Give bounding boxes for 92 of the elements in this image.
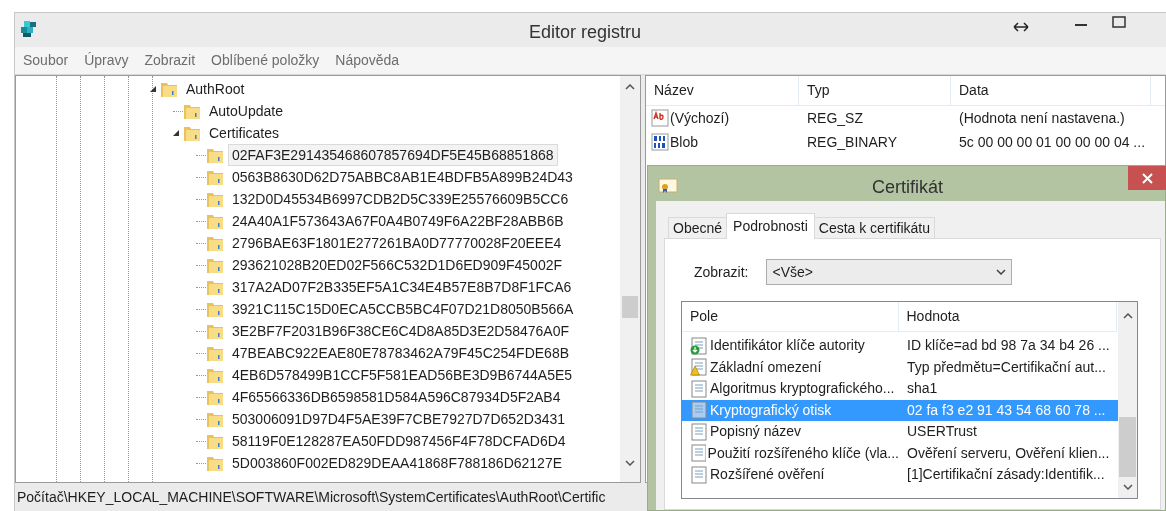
folder-icon	[206, 234, 224, 252]
folder-icon	[183, 124, 201, 142]
close-icon	[1141, 172, 1153, 184]
folder-icon	[206, 190, 224, 208]
menu-item[interactable]: Oblíbené položky	[211, 50, 320, 71]
resize-arrows-icon[interactable]	[1013, 22, 1029, 32]
value-data: (Hodnota není nastavena.)	[959, 109, 1125, 126]
expanded-arrow-icon[interactable]	[149, 85, 157, 93]
scrollbar[interactable]	[620, 76, 640, 482]
tab[interactable]: Podrobnosti	[726, 213, 815, 239]
folder-icon	[206, 278, 224, 296]
folder-icon	[206, 256, 224, 274]
tree-item[interactable]: 3E2BF7F2031B96F38CE6C4D8A85D3E2D58476A0F	[228, 320, 573, 342]
document-warning-icon	[690, 358, 708, 377]
dialog-title: Certifikát	[872, 176, 943, 199]
menu-item[interactable]: Nápověda	[335, 50, 400, 71]
menu-item[interactable]: Soubor	[23, 50, 69, 71]
value-type: REG_SZ	[807, 109, 863, 126]
tree-item[interactable]: 317A2AD07F2B335EF5A1C34E4B57E8B7D8F1FCA6	[228, 276, 576, 298]
tree-item[interactable]: 293621028B20ED02F566C532D1D6ED909F45002F	[228, 254, 567, 276]
folder-icon	[206, 300, 224, 318]
string-value-icon	[651, 109, 669, 127]
tree-item[interactable]: Certificates	[205, 122, 284, 144]
close-button[interactable]	[1128, 166, 1166, 190]
tree-item[interactable]: 47BEABC922EAE80E78783462A79F45C254FDE68B	[228, 342, 574, 364]
maximize-icon[interactable]	[1112, 16, 1126, 28]
column-header[interactable]: Název	[646, 76, 799, 105]
menu-item[interactable]: Úpravy	[84, 50, 129, 71]
scroll-down-icon[interactable]	[1123, 484, 1133, 490]
tree-item[interactable]: 503006091D97D4F5AE39F7CBE7927D7D652D3431	[228, 408, 570, 430]
tree-item[interactable]: 132D0D45534B6997CDB2D5C339E25576609B5CC6	[228, 188, 573, 210]
menu-item[interactable]: Zobrazit	[144, 50, 196, 71]
scroll-up-icon[interactable]	[1123, 313, 1133, 319]
expanded-arrow-icon[interactable]	[172, 129, 180, 137]
tree-item[interactable]: AutoUpdate	[205, 100, 287, 122]
value-data: 5c 00 00 00 01 00 00 00 04 ...	[959, 133, 1146, 150]
document-icon	[690, 401, 708, 420]
field-row[interactable]: Použití rozšířeného klíče (vla... Ověření serveru, Ověření klien...	[682, 442, 1118, 464]
value-type: REG_BINARY	[807, 133, 897, 150]
folder-icon	[183, 102, 201, 120]
tree-item[interactable]: 4EB6D578499B1CCF5F581EAD56BE3D9B6744A5E5	[228, 364, 577, 386]
status-path: Počítač\HKEY_LOCAL_MACHINE\SOFTWARE\Microsoft\SystemCertificates\AuthRoot\Certific	[17, 487, 606, 507]
column-header[interactable]: Typ	[799, 76, 951, 105]
document-download-icon	[690, 336, 708, 355]
column-header[interactable]: Data	[951, 76, 1151, 105]
tree-item[interactable]: 24A40A1F573643A67F0A4B0749F6A22BF28ABB6B	[228, 210, 568, 232]
folder-icon	[160, 80, 178, 98]
document-icon	[690, 422, 708, 441]
value-name[interactable]: Blob	[670, 131, 699, 153]
tab[interactable]: Obecné	[668, 217, 728, 239]
minimize-icon[interactable]	[1075, 23, 1087, 27]
folder-icon	[206, 146, 224, 164]
field-row[interactable]: Popisný název USERTrust	[682, 421, 1118, 443]
folder-icon	[206, 432, 224, 450]
document-icon	[690, 379, 708, 398]
value-name[interactable]: (Výchozí)	[670, 107, 730, 129]
tree-item[interactable]: 5D003860F002ED829DEAA41868F788186D62127E	[228, 452, 567, 474]
folder-icon	[206, 344, 224, 362]
folder-icon	[206, 366, 224, 384]
document-icon	[690, 465, 708, 484]
folder-icon	[206, 388, 224, 406]
window-title: Editor registru	[529, 21, 642, 44]
tree-item[interactable]: 0563B8630D62D75ABBC8AB1E4BDFB5A899B24D43	[228, 166, 577, 188]
column-header[interactable]: Pole	[682, 302, 899, 331]
tree-item[interactable]: 02FAF3E291435468607857694DF5E45B68851868	[228, 144, 558, 166]
field-row[interactable]: Rozšířené ověření [1]Certifikační zásady:Identifik...	[682, 464, 1118, 486]
tree-item[interactable]: 2796BAE63F1801E277261BA0D77770028F20EEE4	[228, 232, 566, 254]
show-label: Zobrazit:	[694, 262, 749, 282]
tree-item[interactable]: 4F65566336DB6598581D584A596C87934D5F2AB4	[228, 386, 565, 408]
tree-item[interactable]: AuthRoot	[182, 78, 249, 100]
field-row[interactable]: Algoritmus kryptografického... sha1	[682, 378, 1118, 400]
column-header[interactable]: Hodnota	[898, 302, 1117, 331]
scrollbar[interactable]	[1118, 302, 1137, 498]
scroll-thumb[interactable]	[1119, 417, 1136, 477]
tree-item[interactable]: 58119F0E128287EA50FDD987456F4F78DCFAD6D4	[228, 430, 570, 452]
tree-item[interactable]: 3921C115C15D0ECA5CCB5BC4F07D21D8050B566A	[228, 298, 578, 320]
tab[interactable]: Cesta k certifikátu	[813, 217, 936, 239]
document-icon	[690, 444, 706, 463]
field-row[interactable]: Identifikátor klíče autority ID klíče=ad bd 98 7a 34 b4 26 ...	[682, 335, 1118, 357]
folder-icon	[206, 454, 224, 472]
scroll-down-icon[interactable]	[625, 460, 635, 466]
folder-icon	[206, 212, 224, 230]
dropdown-caret-icon	[996, 269, 1007, 275]
field-row[interactable]: Základní omezení Typ předmětu=Certifikační aut...	[682, 356, 1118, 378]
folder-icon	[206, 322, 224, 340]
folder-icon	[206, 168, 224, 186]
show-dropdown[interactable]: <Vše>	[766, 259, 1013, 285]
binary-value-icon	[651, 133, 669, 151]
scroll-up-icon[interactable]	[625, 84, 635, 90]
scroll-thumb[interactable]	[622, 296, 638, 318]
folder-icon	[206, 410, 224, 428]
certificate-icon	[658, 178, 678, 194]
